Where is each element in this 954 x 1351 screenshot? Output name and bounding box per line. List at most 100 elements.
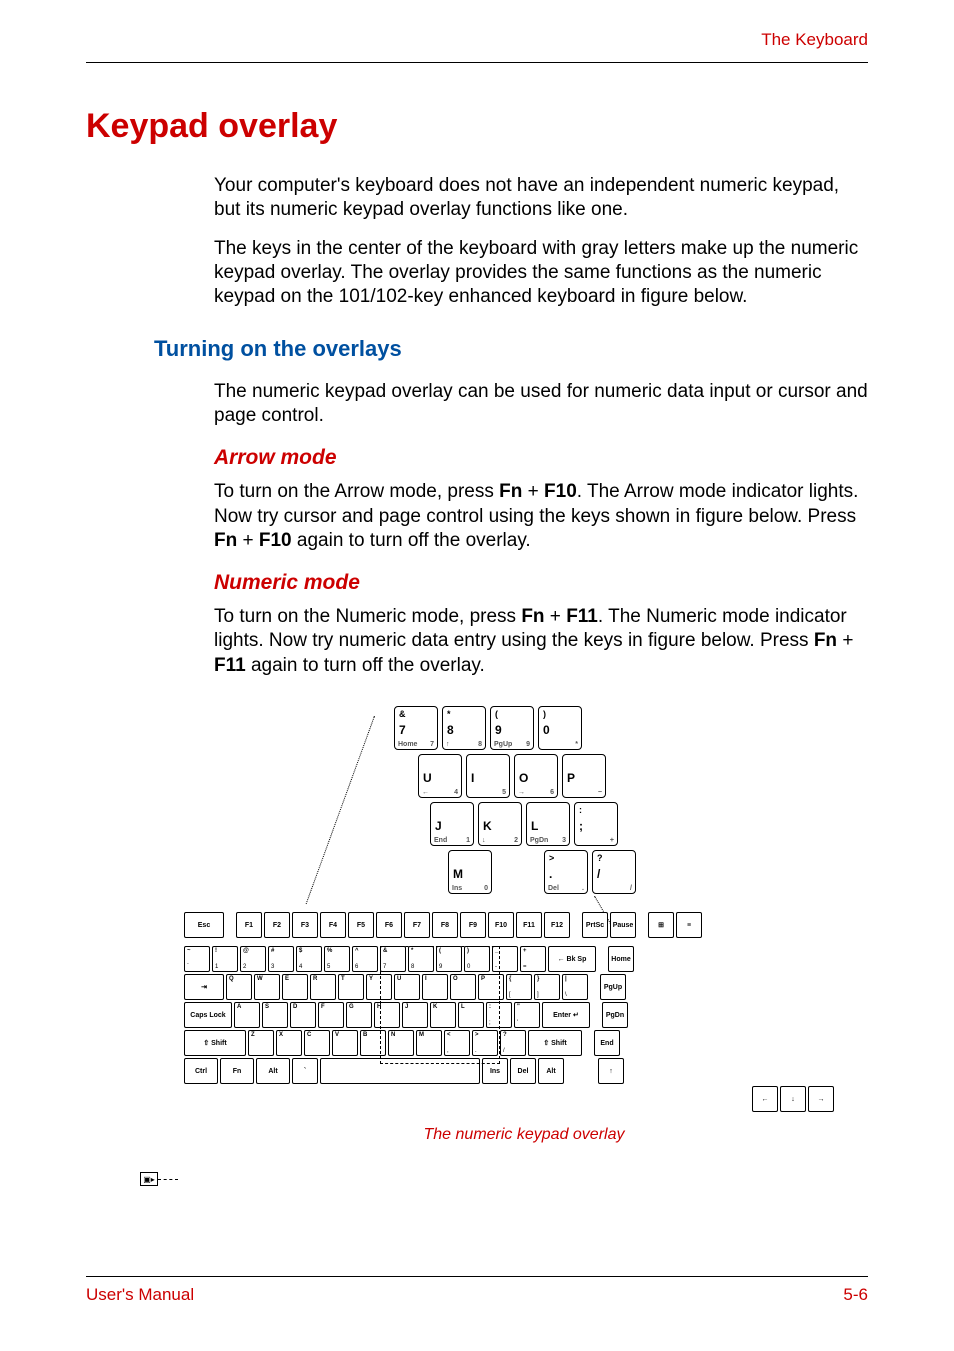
zoom-key: ?//: [592, 850, 636, 894]
kbd-key: L: [458, 1002, 484, 1028]
kbd-key: Z: [248, 1030, 274, 1056]
subheading-arrow-mode: Arrow mode: [214, 446, 868, 470]
kbd-key: #3: [268, 946, 294, 972]
kbd-key: End: [594, 1030, 620, 1056]
zoom-key: >.Del.: [544, 850, 588, 894]
kbd-key: PrtSc: [582, 912, 608, 938]
zoom-key: LPgDn3: [526, 802, 570, 846]
kbd-key: ⇧ Shift: [184, 1030, 246, 1056]
kbd-key: M: [416, 1030, 442, 1056]
kbd-key: `: [292, 1058, 318, 1084]
kbd-key: F9: [460, 912, 486, 938]
kbd-key: [320, 1058, 480, 1084]
kbd-key: X: [276, 1030, 302, 1056]
numeric-key-fn-2: Fn: [814, 630, 837, 651]
arrow-mode-paragraph: To turn on the Arrow mode, press Fn + F1…: [214, 480, 868, 553]
kbd-key: F: [318, 1002, 344, 1028]
kbd-key: →: [808, 1086, 834, 1112]
kbd-key: F10: [488, 912, 514, 938]
kbd-key: (9: [436, 946, 462, 972]
kbd-key: ← Bk Sp: [548, 946, 596, 972]
kbd-key: F4: [320, 912, 346, 938]
kbd-key: F1: [236, 912, 262, 938]
zoom-key: MIns0: [448, 850, 492, 894]
kbd-key: >.: [472, 1030, 498, 1056]
kbd-key: _-: [492, 946, 518, 972]
zoom-key: :;+: [574, 802, 618, 846]
keyboard-marker-line: [158, 1179, 178, 1180]
kbd-key: F11: [516, 912, 542, 938]
kbd-key: B: [360, 1030, 386, 1056]
kbd-key: Ins: [482, 1058, 508, 1084]
kbd-key: Caps Lock: [184, 1002, 232, 1028]
kbd-key: ^6: [352, 946, 378, 972]
kbd-key: Del: [510, 1058, 536, 1084]
kbd-key: ←: [752, 1086, 778, 1112]
kbd-key: ↑: [598, 1058, 624, 1084]
kbd-key: K: [430, 1002, 456, 1028]
numeric-plus-1: +: [545, 606, 567, 627]
kbd-key: F3: [292, 912, 318, 938]
kbd-key: ⇥: [184, 974, 224, 1000]
footer-rule: [86, 1276, 868, 1277]
kbd-key: ⊞: [648, 912, 674, 938]
page-title: Keypad overlay: [86, 107, 868, 146]
kbd-key: Y: [366, 974, 392, 1000]
arrow-key-fn: Fn: [499, 481, 522, 502]
kbd-key: E: [282, 974, 308, 1000]
kbd-key: J: [402, 1002, 428, 1028]
kbd-key: "': [514, 1002, 540, 1028]
zoom-key: K↓2: [478, 802, 522, 846]
kbd-key: +=: [520, 946, 546, 972]
kbd-key: PgDn: [602, 1002, 628, 1028]
intro-paragraph-2: The keys in the center of the keyboard w…: [214, 237, 868, 310]
kbd-key: {[: [506, 974, 532, 1000]
kbd-key: ~`: [184, 946, 210, 972]
numeric-plus-2: +: [837, 630, 853, 651]
kbd-key: U: [394, 974, 420, 1000]
kbd-key: ⇧ Shift: [528, 1030, 582, 1056]
kbd-key: W: [254, 974, 280, 1000]
kbd-key: N: [388, 1030, 414, 1056]
kbd-key: *8: [408, 946, 434, 972]
kbd-key: F6: [376, 912, 402, 938]
kbd-key: Enter ↵: [542, 1002, 590, 1028]
kbd-key: T: [338, 974, 364, 1000]
figure-caption: The numeric keypad overlay: [214, 1126, 834, 1144]
zoom-key: O→6: [514, 754, 558, 798]
arrow-end: again to turn off the overlay.: [292, 530, 531, 551]
kbd-key: }]: [534, 974, 560, 1000]
kbd-key: &7: [380, 946, 406, 972]
keyboard-marker-icon: ▣▸: [140, 1172, 158, 1186]
kbd-key: F5: [348, 912, 374, 938]
kbd-key: ?/: [500, 1030, 526, 1056]
kbd-key: Esc: [184, 912, 224, 938]
kbd-key: Fn: [220, 1058, 254, 1084]
intro-paragraph-1: Your computer's keyboard does not have a…: [214, 174, 868, 223]
numeric-key-fn: Fn: [521, 606, 544, 627]
kbd-key: Alt: [256, 1058, 290, 1084]
kbd-key: I: [422, 974, 448, 1000]
kbd-key: S: [262, 1002, 288, 1028]
kbd-key: !1: [212, 946, 238, 972]
page-footer: User's Manual 5-6: [86, 1276, 868, 1305]
kbd-key: Pause: [610, 912, 636, 938]
kbd-key: |\: [562, 974, 588, 1000]
zoom-key: *8↑8: [442, 706, 486, 750]
kbd-key: ↓: [780, 1086, 806, 1112]
kbd-key: :;: [486, 1002, 512, 1028]
zoom-key: )0*: [538, 706, 582, 750]
kbd-key: PgUp: [600, 974, 626, 1000]
kbd-key: )0: [464, 946, 490, 972]
zoom-key: (9PgUp9: [490, 706, 534, 750]
zoom-key: I5: [466, 754, 510, 798]
kbd-key: C: [304, 1030, 330, 1056]
kbd-key: F12: [544, 912, 570, 938]
kbd-key: P: [478, 974, 504, 1000]
header-chapter: The Keyboard: [86, 30, 868, 50]
zoom-key: U←4: [418, 754, 462, 798]
zoom-key: &7Home7: [394, 706, 438, 750]
arrow-pre: To turn on the Arrow mode, press: [214, 481, 499, 502]
kbd-key: A: [234, 1002, 260, 1028]
keyboard-full: ▣▸ EscF1F2F3F4F5F6F7F8F9F10F11F12PrtScPa…: [184, 912, 834, 1112]
